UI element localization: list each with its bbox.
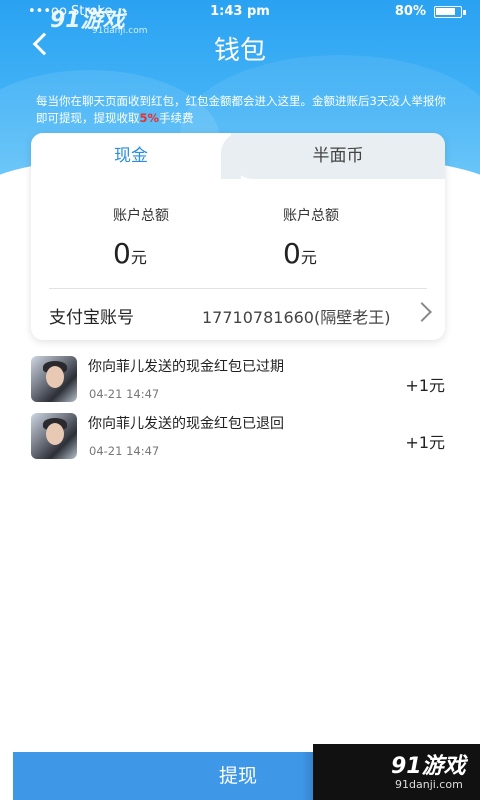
alipay-value: 17710781660(隔壁老王) [202, 308, 391, 327]
battery-tip [463, 10, 466, 15]
balance-value: 0 [113, 237, 131, 270]
balance-label: 账户总额 [283, 208, 339, 224]
transaction-time: 04-21 14:47 [89, 444, 160, 458]
chevron-right-icon [412, 302, 432, 322]
watermark-logo-bottom: 91游戏 [391, 754, 466, 779]
battery-icon [434, 6, 462, 18]
balance-value: 0 [283, 237, 301, 270]
transaction-amount: +1元 [405, 433, 445, 452]
transaction-message: 你向菲儿发送的现金红包已退回 [88, 416, 284, 432]
notice-text-end: 手续费 [159, 111, 194, 125]
balance-amount: 0元 [283, 237, 445, 270]
watermark-brand: 91游戏 91danji.com [313, 744, 480, 800]
wallet-tabs: 现金 半面币 [31, 133, 445, 179]
balance-unit: 元 [130, 248, 147, 267]
balance-label: 账户总额 [113, 208, 169, 224]
avatar-face [46, 423, 64, 445]
transaction-list: 你向菲儿发送的现金红包已过期 04-21 14:47 +1元 你向菲儿发送的现金… [0, 350, 480, 464]
transaction-time: 04-21 14:47 [89, 387, 160, 401]
notice-text: 每当你在聊天页面收到红包，红包金额都会进入这里。金额进账后3天没人举报你即可提现… [36, 94, 446, 125]
tab-coins[interactable]: 半面币 [221, 133, 445, 179]
avatar-face [46, 366, 64, 388]
balance-unit: 元 [300, 248, 317, 267]
alipay-account-row[interactable]: 支付宝账号 17710781660(隔壁老王) [49, 289, 439, 339]
list-item[interactable]: 你向菲儿发送的现金红包已退回 04-21 14:47 +1元 [0, 407, 480, 464]
wallet-notice: 每当你在聊天页面收到红包，红包金额都会进入这里。金额进账后3天没人举报你即可提现… [36, 93, 456, 127]
list-item[interactable]: 你向菲儿发送的现金红包已过期 04-21 14:47 +1元 [0, 350, 480, 407]
avatar [31, 356, 77, 402]
transaction-message: 你向菲儿发送的现金红包已过期 [88, 359, 284, 375]
bottom-bar: 提现 91游戏 91danji.com [13, 744, 480, 800]
alipay-label: 支付宝账号 [49, 308, 134, 328]
tab-cash[interactable]: 现金 [31, 133, 231, 179]
page-title: 钱包 [213, 36, 266, 66]
balance-amount: 0元 [113, 237, 283, 270]
transaction-amount: +1元 [405, 376, 445, 395]
battery-percent: 80% [394, 4, 426, 19]
balance-left: 账户总额 0元 [113, 205, 283, 270]
fee-percent: 5% [139, 111, 160, 125]
balance-right: 账户总额 0元 [283, 205, 445, 270]
avatar [31, 413, 77, 459]
wallet-card: 现金 半面币 账户总额 0元 账户总额 0元 支付宝账号 17710781660… [31, 133, 445, 340]
watermark-domain-bottom: 91danji.com [395, 778, 463, 791]
